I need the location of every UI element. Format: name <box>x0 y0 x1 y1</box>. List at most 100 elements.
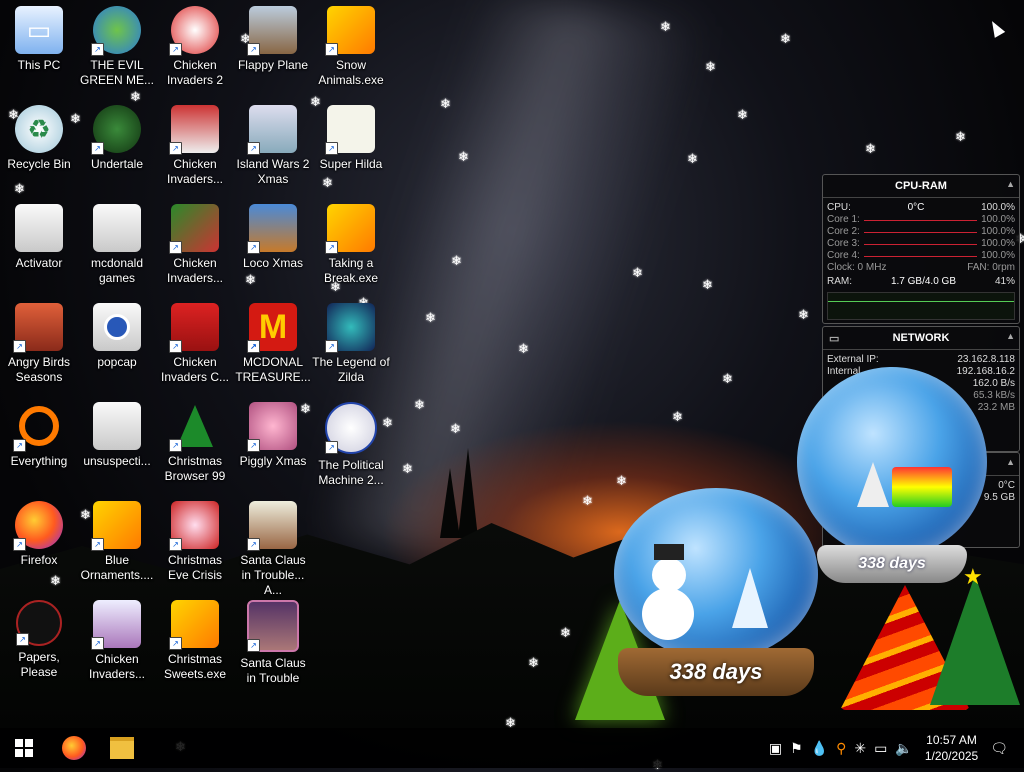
shortcut-arrow-icon: ↗ <box>247 340 260 353</box>
folder-icon <box>93 204 141 252</box>
desktop-icon-santa-claus-trouble-a[interactable]: ↗ Santa Claus in Trouble... A... <box>234 501 312 598</box>
desktop-icon-christmas-browser-99[interactable]: ↗ Christmas Browser 99 <box>156 402 234 484</box>
folder-icon <box>110 737 134 759</box>
desktop-icon-everything[interactable]: ↗ Everything <box>0 402 78 469</box>
papers-please-icon: ↗ <box>16 600 62 646</box>
desktop-icon-this-pc[interactable]: ▭ This PC <box>0 6 78 73</box>
start-button[interactable] <box>0 728 48 768</box>
snowflake-icon: ❄ <box>560 625 571 640</box>
desktop-icon-unsuspecti[interactable]: unsuspecti... <box>78 402 156 469</box>
snowman-body-icon <box>642 588 694 640</box>
snowflake-icon: ❄ <box>528 655 539 670</box>
snowman-head-icon <box>652 558 686 592</box>
shortcut-arrow-icon: ↗ <box>169 538 182 551</box>
desktop-icon-papers-please[interactable]: ↗ Papers, Please <box>0 600 78 680</box>
notification-icon[interactable]: 🗨 <box>990 740 1008 757</box>
volume-icon[interactable]: 🔈 <box>895 740 912 757</box>
snowflake-icon: ❄ <box>955 129 966 144</box>
shortcut-arrow-icon: ↗ <box>325 441 338 454</box>
core-label: Core 4: <box>827 250 860 261</box>
snowy-tree-icon <box>857 462 889 507</box>
desktop-icon-activator[interactable]: Activator <box>0 204 78 271</box>
ram-graph-line <box>828 301 1014 302</box>
collapse-icon[interactable]: ▲ <box>1006 179 1015 189</box>
taskbar-file-explorer-button[interactable] <box>98 728 146 768</box>
snowflake-icon: ❄ <box>582 493 593 508</box>
shortcut-arrow-icon: ↗ <box>325 241 338 254</box>
shortcut-arrow-icon: ↗ <box>247 241 260 254</box>
network-rate: 162.0 B/s <box>972 378 1015 389</box>
pine-silhouette <box>440 468 460 538</box>
cpu-ram-gadget[interactable]: CPU-RAM ▲ CPU: 0°C 100.0% Core 1: 100.0% C… <box>822 174 1020 324</box>
core-row: Core 3: 100.0% <box>823 238 1019 250</box>
tray-snowflake-icon[interactable]: ✳ <box>854 740 866 757</box>
core-bar <box>863 219 978 221</box>
desktop-icon-mcdonald-games[interactable]: mcdonald games <box>78 204 156 286</box>
collapse-icon[interactable]: ▲ <box>1006 457 1015 467</box>
icon-label: Chicken Invaders... <box>166 256 224 285</box>
ram-row: RAM: 1.7 GB/4.0 GB 41% <box>823 276 1019 288</box>
desktop-icon-piggly-xmas[interactable]: ↗ Piggly Xmas <box>234 402 312 469</box>
desktop-icon-chicken-invaders-1[interactable]: ↗ Chicken Invaders... <box>78 600 156 682</box>
snowflake-icon: ❄ <box>130 89 141 104</box>
desktop-icon-legend-of-zilda[interactable]: ↗ The Legend of Zilda <box>312 303 390 385</box>
desktop-icon-island-wars-2-xmas[interactable]: ↗ Island Wars 2 Xmas <box>234 105 312 187</box>
monitor-icon: ▭ <box>15 6 63 54</box>
desktop-icon-chicken-invaders-3[interactable]: ↗ Chicken Invaders... <box>156 105 234 187</box>
cpu-row: CPU: 0°C 100.0% <box>823 202 1019 214</box>
desktop-icon-chicken-invaders-c[interactable]: ↗ Chicken Invaders C... <box>156 303 234 385</box>
clock[interactable]: 10:57 AM 1/20/2025 <box>925 732 978 764</box>
icon-label: Santa Claus in Trouble... A... <box>240 553 306 597</box>
desktop-icon-loco-xmas[interactable]: ↗ Loco Xmas <box>234 204 312 271</box>
collapse-icon[interactable]: ▲ <box>1006 331 1015 341</box>
desktop-icon-christmas-eve-crisis[interactable]: ↗ Christmas Eve Crisis <box>156 501 234 583</box>
network-icon[interactable]: ▭ <box>874 740 887 757</box>
desktop-icon-blue-ornaments[interactable]: ↗ Blue Ornaments.... <box>78 501 156 583</box>
tray-app-icon[interactable]: ▣ <box>769 740 782 757</box>
external-ip-value: 23.162.8.118 <box>957 354 1015 365</box>
desktop-icon-firefox[interactable]: ↗ Firefox <box>0 501 78 568</box>
tray-app-icon[interactable]: ⚑ <box>790 740 803 757</box>
christmas-tree-icon: ↗ <box>169 402 219 452</box>
tray-search-icon[interactable]: ⚲ <box>836 740 846 757</box>
desktop-icon-mcdonal-treasure[interactable]: M ↗ MCDONAL TREASURE... <box>234 303 312 385</box>
snowflake-icon: ❄ <box>414 397 425 412</box>
clock-speed: Clock: 0 MHz <box>827 262 887 273</box>
core-value: 100.0% <box>981 238 1015 249</box>
desktop-icon-angry-birds-seasons[interactable]: ↗ Angry Birds Seasons <box>0 303 78 385</box>
snowflake-icon: ❄ <box>660 19 671 34</box>
ram-percent: 41% <box>994 276 1015 287</box>
desktop-icon-snow-animals[interactable]: ↗ Snow Animals.exe <box>312 6 390 88</box>
icon-label: unsuspecti... <box>83 454 151 468</box>
desktop-icon-undertale[interactable]: ↗ Undertale <box>78 105 156 172</box>
cpu-ram-header: CPU-RAM ▲ <box>823 175 1019 198</box>
desktop-icon-recycle-bin[interactable]: ♻ Recycle Bin <box>0 105 78 172</box>
snowflake-icon: ❄ <box>245 272 256 287</box>
desktop-icon-super-hilda[interactable]: ↗ Super Hilda <box>312 105 390 172</box>
clock-date: 1/20/2025 <box>924 749 979 763</box>
external-ip-label: External IP: <box>827 354 879 365</box>
drive-size: 9.5 GB <box>983 492 1015 503</box>
desktop-icon-taking-a-break[interactable]: ↗ Taking a Break.exe <box>312 204 390 286</box>
desktop-icon-political-machine[interactable]: ↗ The Political Machine 2... <box>312 402 390 488</box>
desktop-icon-christmas-sweets[interactable]: ↗ Christmas Sweets.exe <box>156 600 234 682</box>
island-icon: ↗ <box>247 105 297 155</box>
desktop-icon-flappy-plane[interactable]: ↗ Flappy Plane <box>234 6 312 73</box>
chicken-icon: ↗ <box>91 600 141 650</box>
desktop-icon-chicken-invaders-2[interactable]: ↗ Chicken Invaders 2 <box>156 6 234 88</box>
desktop-icon-the-evil-green-me[interactable]: ↗ THE EVIL GREEN ME... <box>78 6 156 88</box>
icon-label: Angry Birds Seasons <box>7 355 71 384</box>
taskbar-firefox-button[interactable] <box>50 728 98 768</box>
gifts-icon <box>892 467 952 507</box>
desktop-icon-santa-claus-trouble[interactable]: ↗ Santa Claus in Trouble <box>234 600 312 686</box>
shortcut-arrow-icon: ↗ <box>247 439 260 452</box>
plane-icon: ↗ <box>247 6 297 56</box>
taskbar: ▣ ⚑ 💧 ⚲ ✳ ▭ 🔈 10:57 AM 1/20/2025 🗨 <box>0 728 1024 768</box>
drive-temp: 0°C <box>998 480 1015 491</box>
desktop-icon-popcap[interactable]: popcap <box>78 303 156 370</box>
tray-droplet-icon[interactable]: 💧 <box>811 740 828 757</box>
snow-globe-large[interactable] <box>797 367 987 557</box>
snow-globe-small[interactable] <box>614 488 818 660</box>
desktop-icon-chicken-invaders-4[interactable]: ↗ Chicken Invaders... <box>156 204 234 286</box>
cpu-temp: 0°C <box>907 202 925 213</box>
